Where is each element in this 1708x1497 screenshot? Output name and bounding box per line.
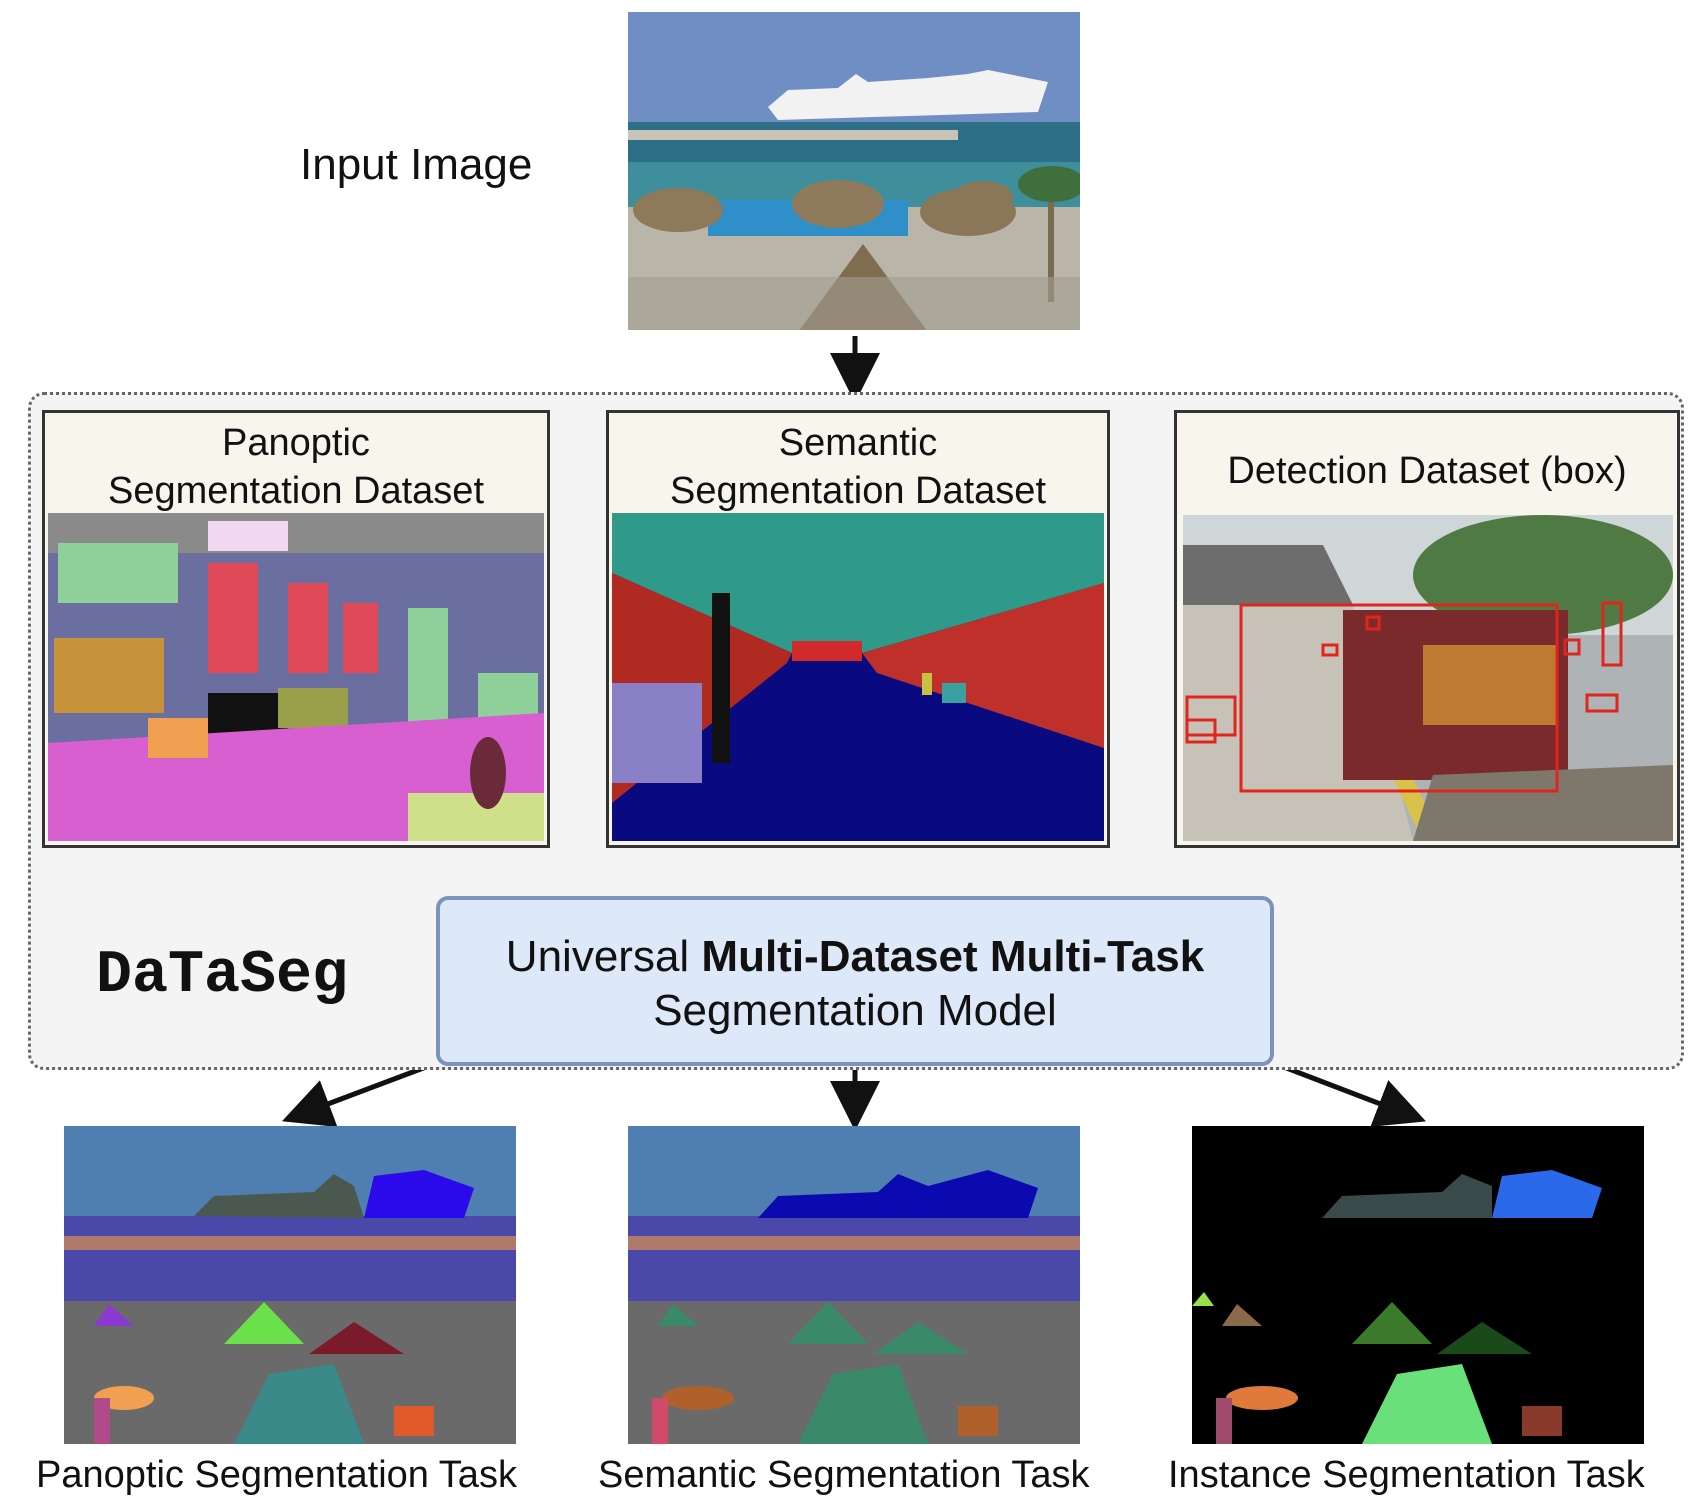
model-title-prefix: Universal	[505, 932, 702, 981]
semantic-dataset-card: Semantic Segmentation Dataset	[606, 410, 1110, 848]
panoptic-dataset-image	[48, 513, 544, 841]
input-image	[628, 12, 1080, 330]
arrow-model-to-panoptic	[281, 1061, 435, 1128]
panoptic-output-image	[64, 1126, 516, 1444]
detection-dataset-image	[1183, 515, 1673, 841]
panoptic-dataset-card: Panoptic Segmentation Dataset	[42, 410, 550, 848]
instance-output-label: Instance Segmentation Task	[1168, 1454, 1645, 1496]
semantic-dataset-image	[612, 513, 1104, 841]
model-title-bold: Multi-Dataset Multi-Task	[701, 932, 1205, 981]
semantic-dataset-title-line2: Segmentation Dataset	[669, 470, 1046, 512]
instance-output-image	[1192, 1126, 1644, 1444]
model-box: Universal Multi-Dataset Multi-Task Segme…	[436, 896, 1274, 1066]
model-title-line1: Universal Multi-Dataset Multi-Task	[440, 930, 1270, 984]
semantic-output-label: Semantic Segmentation Task	[598, 1454, 1090, 1496]
detection-dataset-card: Detection Dataset (box)	[1174, 410, 1680, 848]
panoptic-output-label: Panoptic Segmentation Task	[36, 1454, 517, 1496]
dataseg-label: DaTaSeg	[96, 942, 349, 1010]
panoptic-dataset-title-line1: Panoptic	[222, 422, 370, 464]
input-image-label: Input Image	[300, 140, 533, 189]
panoptic-dataset-title-line2: Segmentation Dataset	[107, 470, 484, 512]
model-title-line2: Segmentation Model	[653, 986, 1057, 1035]
arrow-model-to-instance	[1275, 1061, 1427, 1127]
detection-dataset-title: Detection Dataset (box)	[1227, 450, 1627, 492]
semantic-dataset-title-line1: Semantic	[778, 422, 938, 464]
semantic-output-image	[628, 1126, 1080, 1444]
